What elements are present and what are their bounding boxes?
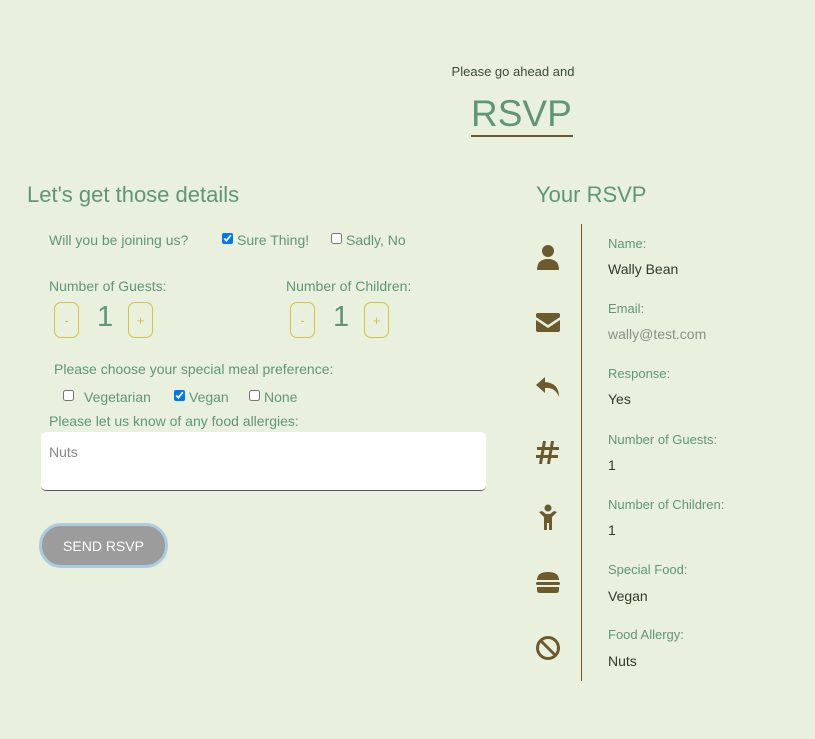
none-label: None (264, 389, 298, 405)
reply-icon (534, 373, 562, 401)
envelope-icon (534, 308, 562, 336)
sure-thing-label: Sure Thing! (237, 232, 310, 248)
intro-text: Please go ahead and (451, 64, 575, 79)
sadly-no-label: Sadly, No (346, 232, 406, 248)
vegan-checkbox[interactable] (174, 390, 185, 401)
allergy-textarea[interactable]: Nuts (41, 432, 486, 491)
form-heading: Let's get those details (27, 182, 240, 207)
summary-label-email: Email: (608, 301, 645, 316)
vegetarian-label: Vegetarian (84, 389, 151, 405)
sadly-no-checkbox[interactable] (331, 233, 342, 244)
child-icon (534, 503, 562, 531)
guests-label: Number of Guests: (49, 278, 167, 294)
children-increment-button[interactable]: + (364, 302, 389, 338)
guests-increment-button[interactable]: + (128, 302, 153, 338)
summary-value-response: Yes (608, 391, 631, 407)
page-title: RSVP (471, 93, 573, 137)
children-count: 1 (333, 301, 350, 333)
summary-label-food-allergy: Food Allergy: (608, 627, 684, 642)
summary-value-children: 1 (608, 522, 616, 538)
join-question: Will you be joining us? (49, 232, 189, 248)
summary-label-guests: Number of Guests: (608, 432, 718, 447)
none-checkbox[interactable] (249, 390, 260, 401)
summary-label-children: Number of Children: (608, 497, 725, 512)
summary-value-special-food: Vegan (608, 588, 648, 604)
summary-value-food-allergy: Nuts (608, 653, 637, 669)
guests-decrement-button[interactable]: - (54, 302, 79, 338)
summary-heading: Your RSVP (536, 182, 647, 207)
allergy-question: Please let us know of any food allergies… (49, 413, 299, 429)
summary-label-name: Name: (608, 236, 647, 251)
summary-label-response: Response: (608, 366, 671, 381)
vegan-label: Vegan (189, 389, 229, 405)
send-rsvp-button[interactable]: SEND RSVP (39, 523, 168, 568)
children-label: Number of Children: (286, 278, 412, 294)
hashtag-icon (534, 438, 562, 466)
summary-divider (581, 224, 582, 681)
meal-question: Please choose your special meal preferen… (54, 361, 334, 377)
sure-thing-checkbox[interactable] (222, 233, 233, 244)
summary-value-name: Wally Bean (608, 261, 679, 277)
guests-count: 1 (97, 301, 114, 333)
summary-label-special-food: Special Food: (608, 562, 688, 577)
user-icon (534, 243, 562, 271)
burger-icon (534, 568, 562, 596)
children-decrement-button[interactable]: - (290, 302, 315, 338)
summary-value-guests: 1 (608, 457, 616, 473)
summary-value-email: wally@test.com (608, 326, 707, 342)
vegetarian-checkbox[interactable] (63, 390, 74, 401)
ban-icon (534, 634, 562, 662)
